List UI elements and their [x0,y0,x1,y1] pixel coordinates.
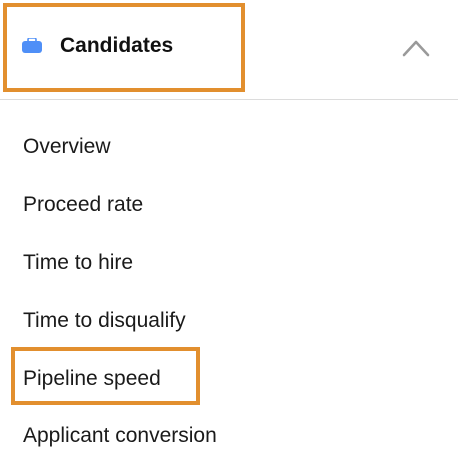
briefcase-icon [22,38,42,53]
menu-item-applicant-conversion[interactable]: Applicant conversion [23,423,217,449]
menu-item-proceed-rate[interactable]: Proceed rate [23,192,143,218]
section-title: Candidates [60,34,174,57]
candidates-panel: Candidates Overview Proceed rate Time to… [0,0,458,460]
menu-item-pipeline-speed[interactable]: Pipeline speed [23,366,161,392]
menu-item-overview[interactable]: Overview [23,134,111,160]
menu-item-time-to-disqualify[interactable]: Time to disqualify [23,308,186,334]
menu-item-time-to-hire[interactable]: Time to hire [23,250,133,276]
candidates-section-header[interactable]: Candidates [0,0,458,100]
collapse-button[interactable] [396,30,436,66]
chevron-up-icon [402,40,430,57]
